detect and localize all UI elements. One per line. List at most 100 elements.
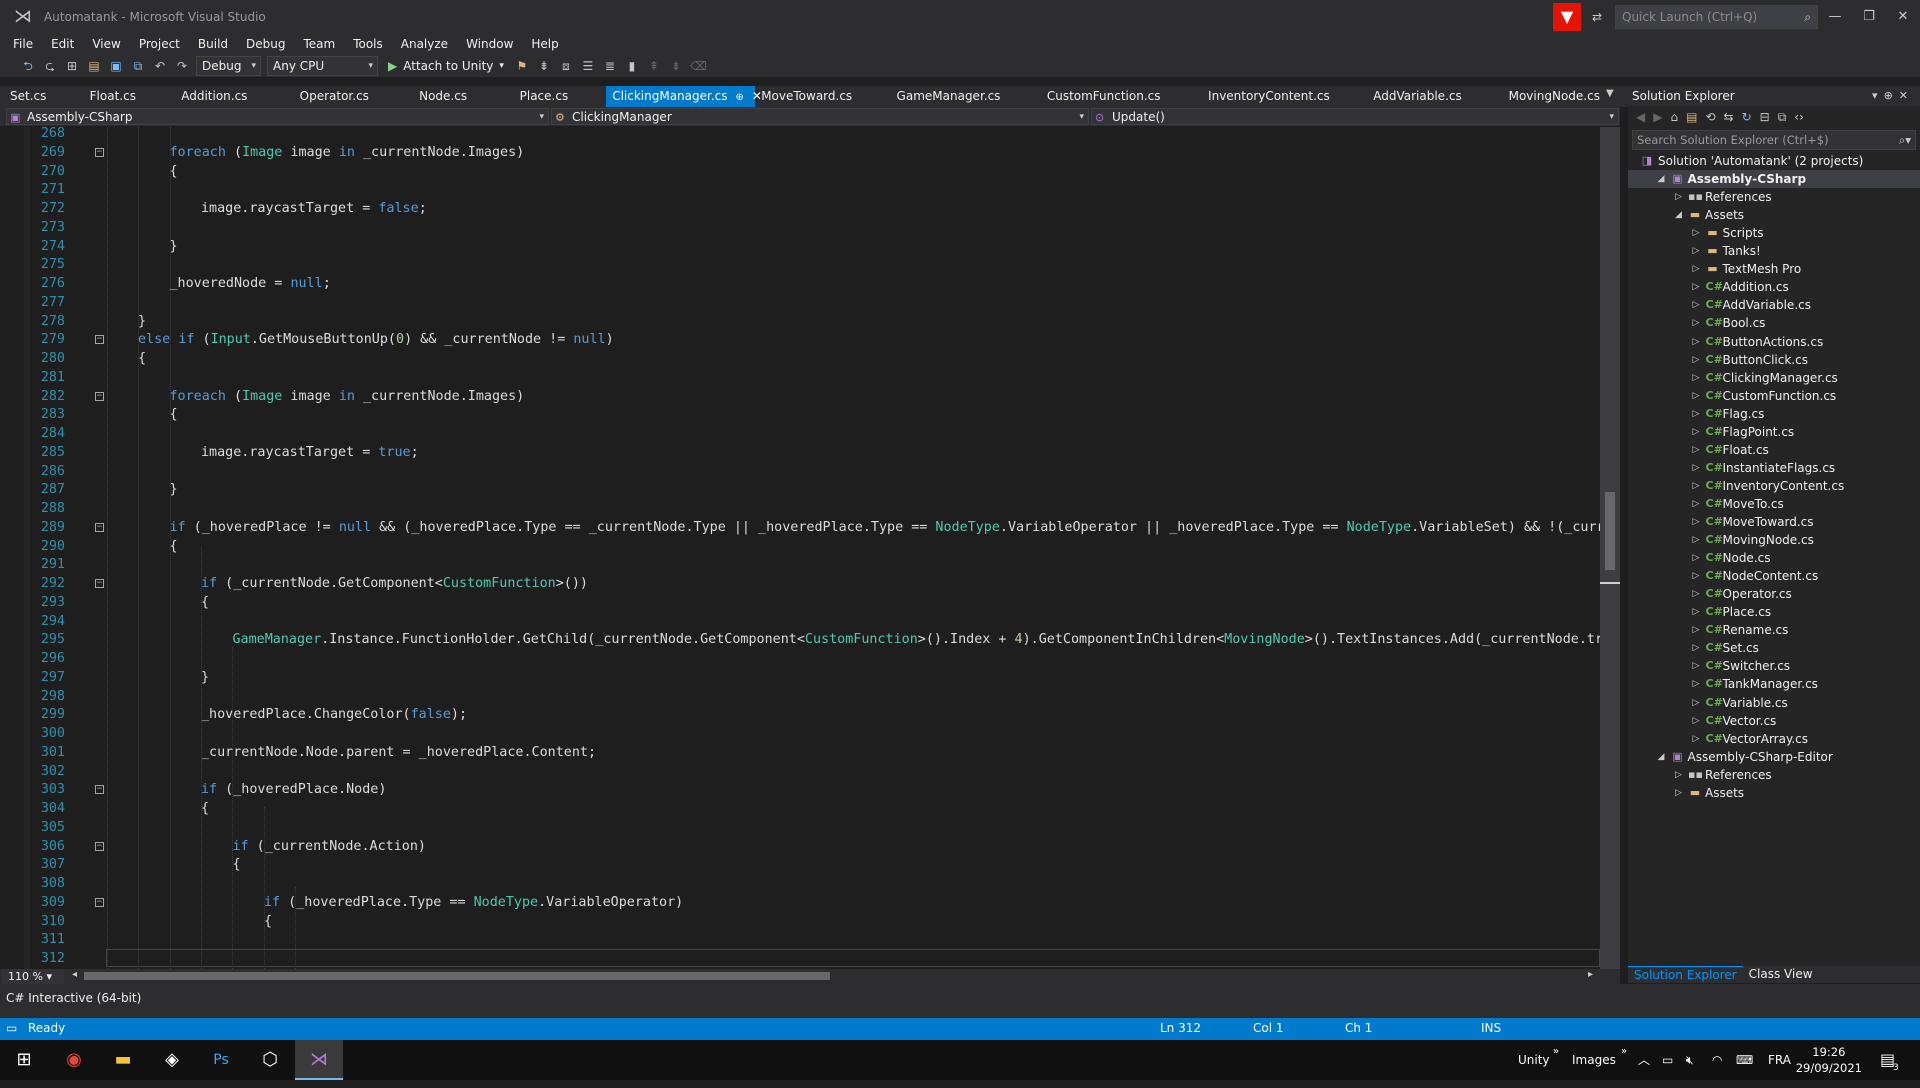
tree-item-file[interactable]: ▷ C# CustomFunction.cs bbox=[1628, 387, 1920, 405]
collapsed-arrow-icon[interactable]: ▷ bbox=[1693, 730, 1703, 748]
tab-addition[interactable]: Addition.cs bbox=[171, 86, 289, 107]
tree-item-file[interactable]: ▷ C# Float.cs bbox=[1628, 441, 1920, 459]
tree-item-ref[interactable]: ▷ ▪▪ References bbox=[1628, 188, 1920, 206]
tab-node[interactable]: Node.cs bbox=[409, 86, 510, 107]
code-line[interactable]: 308 bbox=[0, 875, 1600, 894]
collapsed-arrow-icon[interactable]: ▷ bbox=[1675, 766, 1685, 784]
tree-item-file[interactable]: ▷ C# Node.cs bbox=[1628, 549, 1920, 567]
collapsed-arrow-icon[interactable]: ▷ bbox=[1693, 423, 1703, 441]
tree-item-file[interactable]: ▷ C# Rename.cs bbox=[1628, 621, 1920, 639]
code-line[interactable]: 272 image.raycastTarget = false; bbox=[0, 200, 1600, 219]
comment-icon[interactable]: ☰ bbox=[580, 58, 596, 74]
menu-help[interactable]: Help bbox=[522, 37, 567, 51]
tree-item-ref[interactable]: ▷ ▪▪ References bbox=[1628, 766, 1920, 784]
collapsed-arrow-icon[interactable]: ▷ bbox=[1675, 784, 1685, 802]
tree-item-file[interactable]: ▷ C# ClickingManager.cs bbox=[1628, 369, 1920, 387]
tree-item-file[interactable]: ▷ C# InventoryContent.cs bbox=[1628, 477, 1920, 495]
history-icon[interactable]: ⟲ bbox=[1705, 110, 1715, 124]
code-line[interactable]: 271 bbox=[0, 181, 1600, 200]
solution-configuration-select[interactable]: Debug ▾ bbox=[196, 56, 261, 76]
keyboard-icon[interactable]: ⌨ bbox=[1736, 1040, 1753, 1080]
vertical-scrollbar[interactable] bbox=[1600, 127, 1620, 969]
code-line[interactable]: 307 { bbox=[0, 856, 1600, 875]
close-icon[interactable]: ✕ bbox=[1899, 89, 1914, 102]
tree-item-folder[interactable]: ▷ ▬ Tanks! bbox=[1628, 242, 1920, 260]
collapsed-arrow-icon[interactable]: ▷ bbox=[1693, 314, 1703, 332]
tab-list-dropdown-icon[interactable]: ▼ bbox=[1606, 88, 1614, 99]
collapsed-arrow-icon[interactable]: ▷ bbox=[1693, 441, 1703, 459]
attach-to-unity-button[interactable]: ▶ Attach to Unity ▾ bbox=[384, 59, 508, 73]
tree-item-file[interactable]: ▷ C# Flag.cs bbox=[1628, 405, 1920, 423]
format-icon[interactable]: ⧈ bbox=[558, 58, 574, 74]
battery-icon[interactable]: ▭ bbox=[1662, 1040, 1673, 1080]
pin-icon[interactable]: ⊕ bbox=[736, 92, 744, 103]
collapsed-arrow-icon[interactable]: ▷ bbox=[1693, 657, 1703, 675]
collapsed-arrow-icon[interactable]: ▷ bbox=[1693, 333, 1703, 351]
code-line[interactable]: 302 bbox=[0, 763, 1600, 782]
code-line[interactable]: 274} bbox=[0, 238, 1600, 257]
collapsed-arrow-icon[interactable]: ▷ bbox=[1693, 224, 1703, 242]
collapsed-arrow-icon[interactable]: ▷ bbox=[1693, 296, 1703, 314]
code-line[interactable]: 288 bbox=[0, 500, 1600, 519]
tab-set[interactable]: Set.cs bbox=[0, 86, 80, 107]
next-bookmark-icon[interactable]: ⇟ bbox=[668, 58, 684, 74]
code-line[interactable]: 278} bbox=[0, 313, 1600, 332]
tree-item-file[interactable]: ▷ C# MovingNode.cs bbox=[1628, 531, 1920, 549]
step-icon[interactable]: ⇟ bbox=[536, 58, 552, 74]
tree-item-folder[interactable]: ◢ ▬ Assets bbox=[1628, 206, 1920, 224]
view-code-icon[interactable]: ‹› bbox=[1794, 110, 1804, 124]
tab-inventorycontent[interactable]: InventoryContent.cs bbox=[1198, 86, 1363, 107]
file-explorer-icon[interactable]: ▬ bbox=[99, 1040, 147, 1080]
photoshop-icon[interactable]: Ps bbox=[197, 1040, 245, 1080]
tab-place[interactable]: Place.cs bbox=[510, 86, 607, 107]
tree-item-project[interactable]: ◢ ▣ Assembly-CSharp bbox=[1628, 170, 1920, 189]
vertical-scrollbar-thumb[interactable] bbox=[1605, 492, 1615, 570]
collapsed-arrow-icon[interactable]: ▷ bbox=[1693, 260, 1703, 278]
code-editor[interactable]: 268 269 − foreach (Image image in _currentN… bbox=[0, 127, 1620, 969]
minimize-button[interactable]: — bbox=[1818, 9, 1852, 24]
show-all-files-icon[interactable]: ⧉ bbox=[1778, 110, 1787, 125]
output-icon[interactable]: ▭ bbox=[6, 1021, 17, 1035]
code-line[interactable]: 290{ bbox=[0, 538, 1600, 557]
tree-item-file[interactable]: ▷ C# Operator.cs bbox=[1628, 585, 1920, 603]
code-line[interactable]: 310 { bbox=[0, 913, 1600, 932]
menu-file[interactable]: File bbox=[4, 37, 42, 51]
code-line[interactable]: 268 bbox=[0, 127, 1600, 144]
redo-icon[interactable]: ↷ bbox=[174, 58, 190, 74]
code-line[interactable]: 275 bbox=[0, 256, 1600, 275]
clear-bookmarks-icon[interactable]: ⌫ bbox=[690, 58, 707, 74]
menu-tools[interactable]: Tools bbox=[344, 37, 392, 51]
code-line[interactable]: 309 − if (_hoveredPlace.Type == NodeType.V… bbox=[0, 894, 1600, 913]
restore-button[interactable]: ❐ bbox=[1852, 9, 1886, 24]
collapse-region-icon[interactable]: − bbox=[95, 522, 104, 532]
new-project-icon[interactable]: ⊞ bbox=[64, 58, 80, 74]
collapsed-arrow-icon[interactable]: ▷ bbox=[1693, 278, 1703, 296]
chrome-icon[interactable]: ◉ bbox=[50, 1040, 98, 1080]
tray-overflow-icon[interactable]: ︿ bbox=[1638, 1040, 1650, 1080]
scroll-right-icon[interactable]: ▸ bbox=[1588, 969, 1593, 980]
menu-analyze[interactable]: Analyze bbox=[392, 37, 457, 51]
code-line[interactable]: 295 GameManager.Instance.FunctionHolder.G… bbox=[0, 631, 1603, 650]
menu-debug[interactable]: Debug bbox=[237, 37, 294, 51]
code-line[interactable]: 296 bbox=[0, 650, 1600, 669]
scroll-left-icon[interactable]: ◂ bbox=[72, 969, 77, 980]
clock[interactable]: 19:26 29/09/2021 bbox=[1796, 1044, 1862, 1076]
input-language[interactable]: FRA bbox=[1768, 1040, 1791, 1080]
code-line[interactable]: 269 − foreach (Image image in _currentNode… bbox=[0, 144, 1600, 163]
code-line[interactable]: 289 − if (_hoveredPlace != null && (_hover… bbox=[0, 519, 1605, 538]
wifi-icon[interactable]: ◠ bbox=[1712, 1040, 1722, 1080]
member-dropdown[interactable]: ⊙ Update() ▾ bbox=[1091, 108, 1619, 125]
unity-toolbar-label[interactable]: Unity bbox=[1518, 1040, 1550, 1080]
tree-item-file[interactable]: ▷ C# Bool.cs bbox=[1628, 314, 1920, 332]
code-line[interactable]: 277 bbox=[0, 294, 1600, 313]
close-button[interactable]: ✕ bbox=[1886, 9, 1920, 24]
tree-item-file[interactable]: ▷ C# Set.cs bbox=[1628, 639, 1920, 657]
code-line[interactable]: 287} bbox=[0, 481, 1600, 500]
class-dropdown[interactable]: ⚙ ClickingManager ▾ bbox=[551, 108, 1089, 125]
switch-views-icon[interactable]: ▤ bbox=[1686, 110, 1697, 124]
tree-item-file[interactable]: ▷ C# MoveTo.cs bbox=[1628, 495, 1920, 513]
menu-view[interactable]: View bbox=[83, 37, 129, 51]
tree-item-file[interactable]: ▷ C# TankManager.cs bbox=[1628, 675, 1920, 693]
collapse-region-icon[interactable]: − bbox=[95, 579, 104, 588]
code-line[interactable]: 285 image.raycastTarget = true; bbox=[0, 444, 1600, 463]
